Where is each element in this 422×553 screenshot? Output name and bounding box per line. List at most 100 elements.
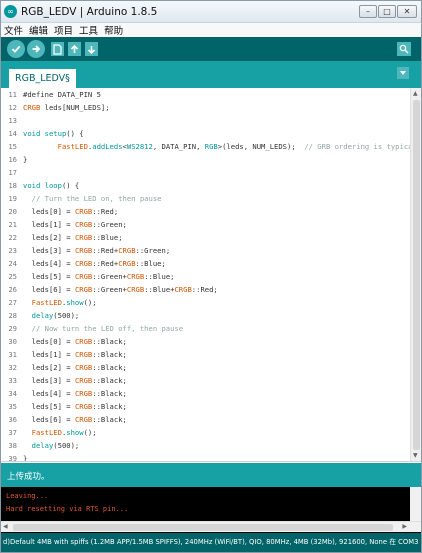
code-text[interactable]: leds[6] = CRGB::Black; [21,413,127,426]
code-line[interactable]: 13 [1,114,409,127]
save-button[interactable] [85,42,98,56]
line-number: 25 [8,272,17,281]
scroll-left-arrow-icon[interactable]: ◀ [3,523,8,530]
menu-edit[interactable]: 编辑 [29,23,48,37]
code-area[interactable]: 11 #define DATA_PIN 5 12 CRGB leds[NUM_LEDS… [1,88,416,461]
code-text[interactable]: delay(500); [21,309,80,322]
code-line[interactable]: 34 leds[4] = CRGB::Black; [1,387,409,400]
code-line[interactable]: 20 leds[0] = CRGB::Red; [1,205,409,218]
line-number: 30 [8,337,17,346]
code-line[interactable]: 38 delay(500); [1,439,409,452]
open-icon [70,44,79,53]
code-text[interactable]: FastLED.addLeds<WS2812, DATA_PIN, RGB>(l… [21,140,417,153]
code-text[interactable]: leds[2] = CRGB::Blue; [21,231,123,244]
scroll-right-arrow-icon[interactable]: ▶ [402,523,407,530]
code-line[interactable]: 39} [1,452,409,461]
code-line[interactable]: 32 leds[2] = CRGB::Black; [1,361,409,374]
window-controls: – □ ✕ [359,5,417,18]
line-number: 21 [8,220,17,229]
code-line[interactable]: 33 leds[3] = CRGB::Black; [1,374,409,387]
code-text[interactable]: leds[0] = CRGB::Red; [21,205,119,218]
code-text[interactable]: leds[4] = CRGB::Red+CRGB::Blue; [21,257,166,270]
code-text[interactable]: delay(500); [21,439,80,452]
menu-help[interactable]: 帮助 [104,23,123,37]
code-line[interactable]: 16} [1,153,409,166]
line-number: 17 [8,168,17,177]
code-line[interactable]: 30 leds[0] = CRGB::Black; [1,335,409,348]
code-line[interactable]: 15 FastLED.addLeds<WS2812, DATA_PIN, RGB… [1,140,416,153]
code-line[interactable]: 26 leds[6] = CRGB::Green+CRGB::Blue+CRGB… [1,283,409,296]
console-vertical-scrollbar[interactable] [410,487,421,521]
code-line[interactable]: 12 CRGB leds[NUM_LEDS]; [1,101,409,114]
scroll-down-arrow-icon[interactable]: ▼ [413,452,418,459]
code-text[interactable]: void setup() { [21,127,84,140]
tab-rgb-ledv[interactable]: RGB_LEDV§ [9,69,76,88]
code-text[interactable] [21,114,23,127]
menu-tools[interactable]: 工具 [79,23,98,37]
code-line[interactable]: 25 leds[5] = CRGB::Green+CRGB::Blue; [1,270,409,283]
close-button[interactable]: ✕ [397,5,417,18]
code-text[interactable]: leds[3] = CRGB::Black; [21,374,127,387]
code-text[interactable] [21,166,23,179]
menu-sketch[interactable]: 项目 [54,23,73,37]
line-number: 11 [8,90,17,99]
code-text[interactable]: leds[0] = CRGB::Black; [21,335,127,348]
code-line[interactable]: 27 FastLED.show(); [1,296,409,309]
code-line[interactable]: 24 leds[4] = CRGB::Red+CRGB::Blue; [1,257,409,270]
code-text[interactable]: } [21,153,27,166]
code-line[interactable]: 29 // Now turn the LED off, then pause [1,322,409,335]
code-line[interactable]: 11 #define DATA_PIN 5 [1,88,409,101]
maximize-button[interactable]: □ [378,5,396,18]
status-bar: 上传成功。 [1,463,421,487]
code-text[interactable]: leds[2] = CRGB::Black; [21,361,127,374]
console-line: Leaving... [6,492,49,500]
code-text[interactable]: leds[1] = CRGB::Black; [21,348,127,361]
editor-scroll-thumb[interactable] [413,100,420,450]
code-text[interactable]: FastLED.show(); [21,296,97,309]
scroll-up-arrow-icon[interactable]: ▲ [413,90,418,97]
code-line[interactable]: 36 leds[6] = CRGB::Black; [1,413,409,426]
chevron-down-icon [400,71,406,75]
code-line[interactable]: 28 delay(500); [1,309,409,322]
editor-vertical-scrollbar[interactable]: ▲ ▼ [410,88,421,461]
code-line[interactable]: 23 leds[3] = CRGB::Red+CRGB::Green; [1,244,409,257]
code-line[interactable]: 14 void setup() { [1,127,409,140]
code-line[interactable]: 31 leds[1] = CRGB::Black; [1,348,409,361]
code-line[interactable]: 19 // Turn the LED on, then pause [1,192,409,205]
new-button[interactable] [51,42,64,56]
code-line[interactable]: 35 leds[5] = CRGB::Black; [1,400,409,413]
code-text[interactable]: leds[4] = CRGB::Black; [21,387,127,400]
code-text[interactable]: CRGB leds[NUM_LEDS]; [21,101,110,114]
code-line[interactable]: 17 [1,166,409,179]
line-number: 23 [8,246,17,255]
open-button[interactable] [68,42,81,56]
code-editor[interactable]: 11 #define DATA_PIN 5 12 CRGB leds[NUM_LEDS… [1,88,421,462]
verify-button[interactable] [7,40,25,58]
serial-monitor-button[interactable] [397,42,411,56]
code-text[interactable]: leds[6] = CRGB::Green+CRGB::Blue+CRGB::R… [21,283,218,296]
status-message: 上传成功。 [7,472,50,482]
menu-file[interactable]: 文件 [4,23,23,37]
code-text[interactable]: void loop() { [21,179,79,192]
line-number: 28 [8,311,17,320]
code-text[interactable]: leds[5] = CRGB::Green+CRGB::Blue; [21,270,175,283]
code-text[interactable]: FastLED.show(); [21,426,97,439]
code-text[interactable]: leds[1] = CRGB::Green; [21,218,127,231]
code-text[interactable]: leds[5] = CRGB::Black; [21,400,127,413]
console-scroll-thumb[interactable] [13,524,393,531]
line-number: 31 [8,350,17,359]
code-text[interactable]: // Now turn the LED off, then pause [21,322,183,335]
line-number: 32 [8,363,17,372]
upload-button[interactable] [27,40,45,58]
code-text[interactable]: leds[3] = CRGB::Red+CRGB::Green; [21,244,171,257]
code-line[interactable]: 21 leds[1] = CRGB::Green; [1,218,409,231]
minimize-button[interactable]: – [359,5,377,18]
code-text[interactable]: // Turn the LED on, then pause [21,192,162,205]
code-line[interactable]: 18 void loop() { [1,179,409,192]
code-text[interactable]: } [21,452,27,461]
console-horizontal-scrollbar[interactable]: ◀ ▶ [1,521,421,532]
tab-menu-button[interactable] [397,67,409,79]
code-line[interactable]: 37 FastLED.show(); [1,426,409,439]
code-text[interactable]: #define DATA_PIN 5 [21,88,101,101]
code-line[interactable]: 22 leds[2] = CRGB::Blue; [1,231,409,244]
